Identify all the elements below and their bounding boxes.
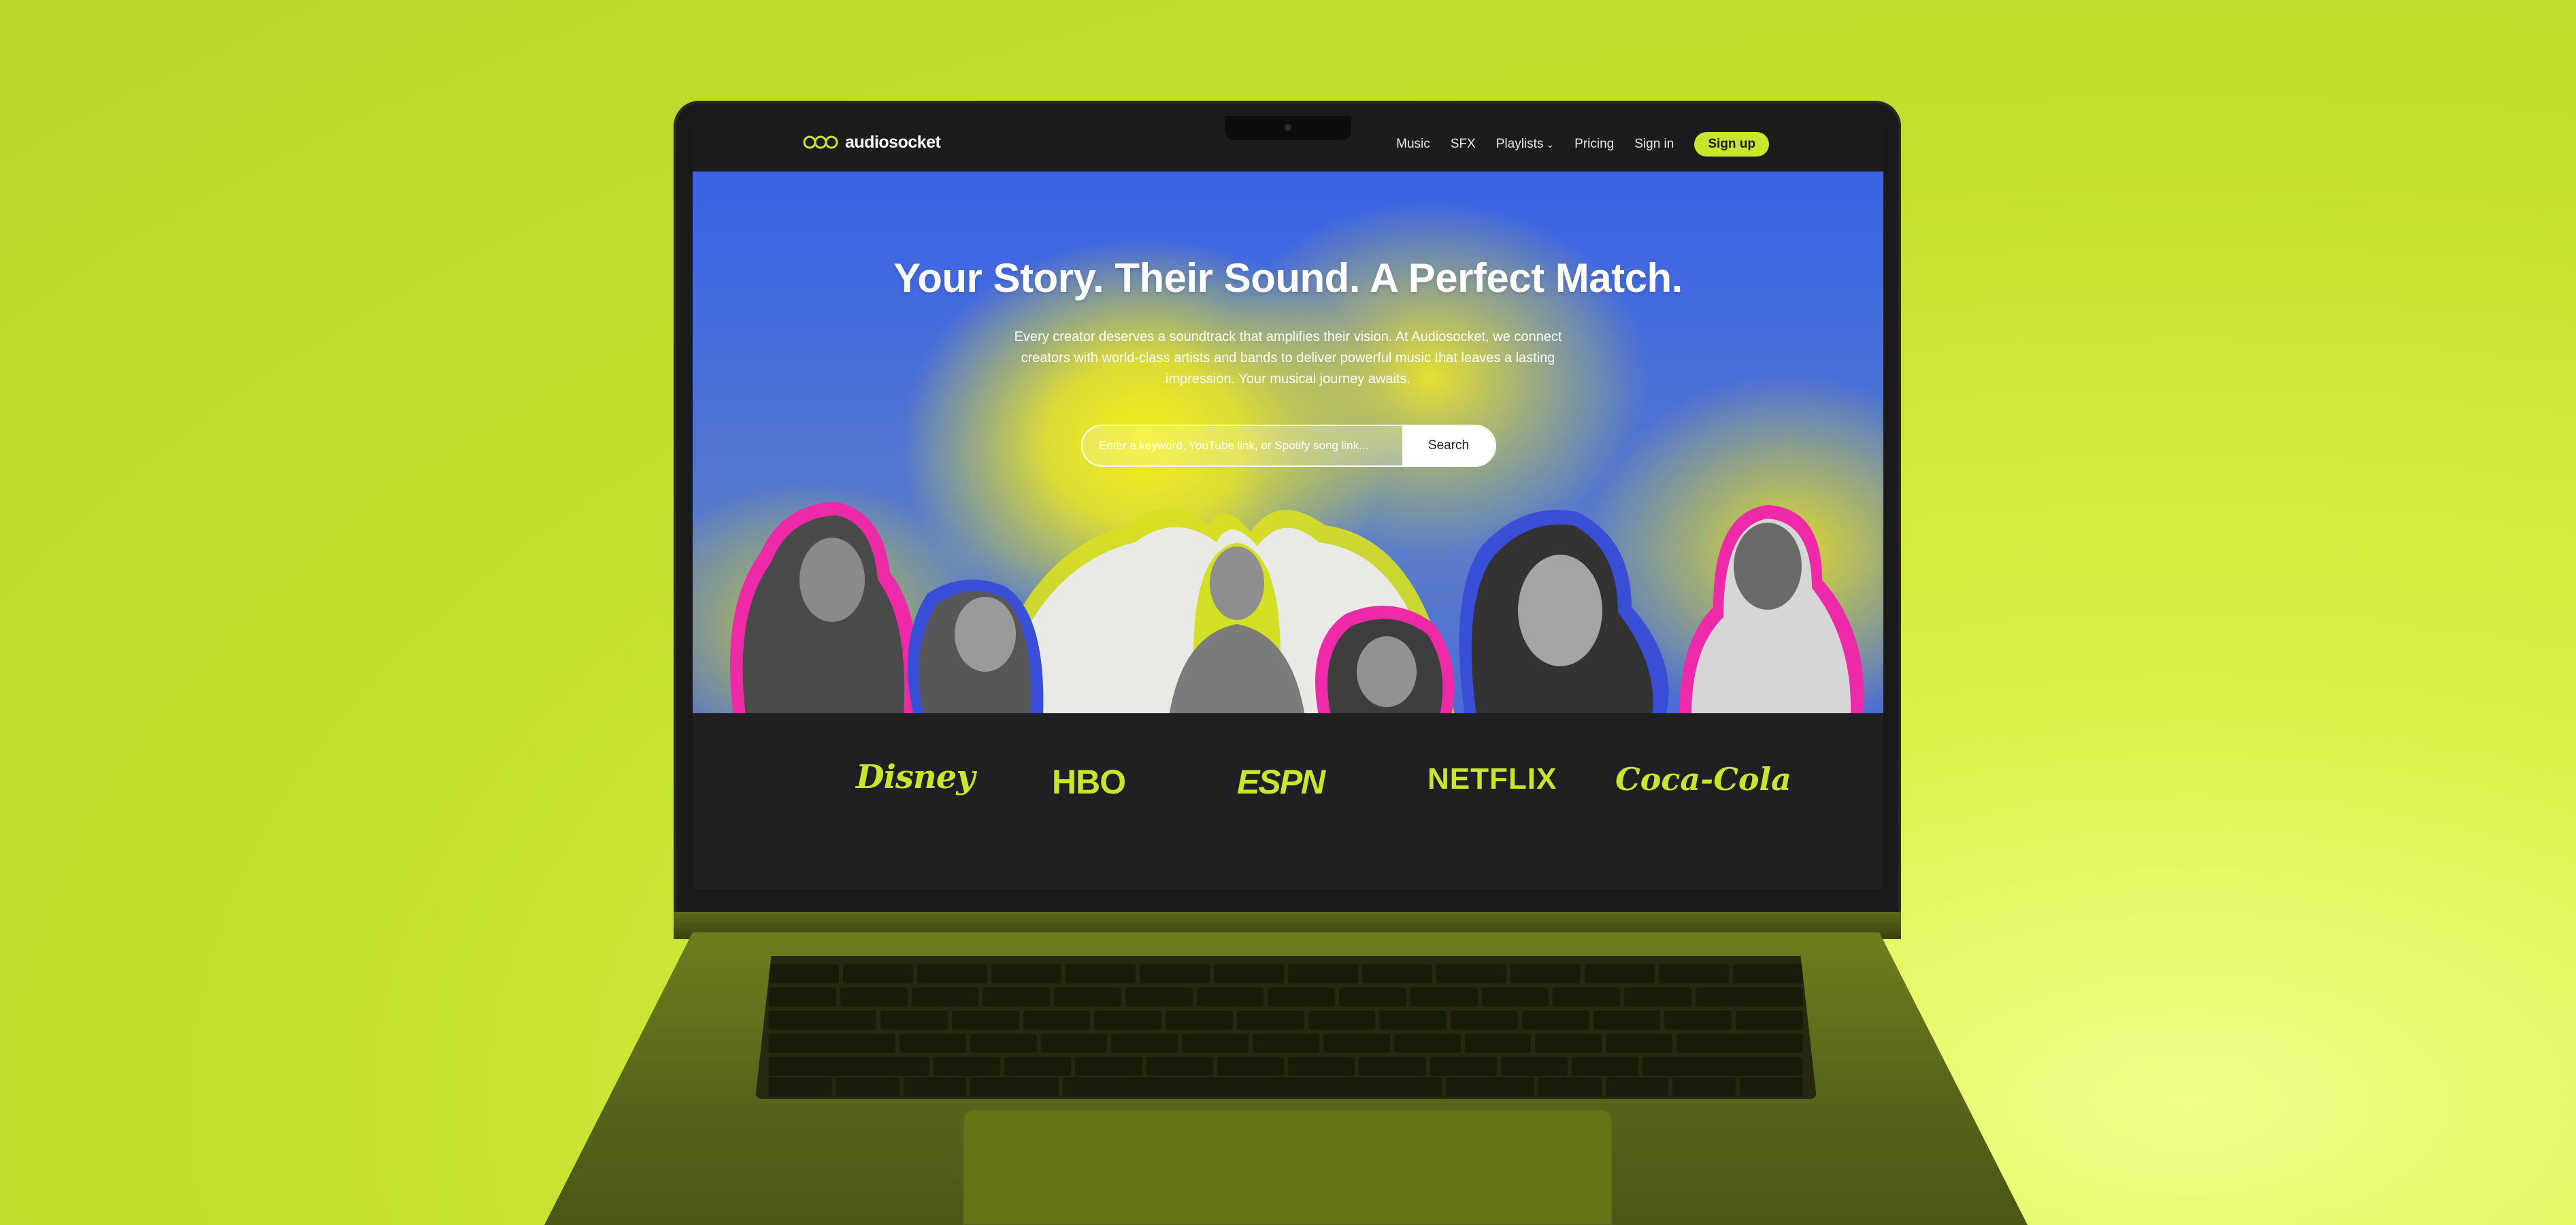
nav-sign-in[interactable]: Sign in: [1634, 137, 1674, 152]
netflix-logo: NETFLIX: [1427, 762, 1557, 796]
logo[interactable]: audiosocket: [803, 132, 941, 152]
hero-description: Every creator deserves a soundtrack that…: [1014, 329, 1562, 387]
nav-sfx[interactable]: SFX: [1451, 137, 1476, 152]
hero-section: Your Story. Their Sound. A Perfect Match…: [693, 172, 1883, 713]
coca-cola-logo: Coca-Cola: [1615, 761, 1791, 798]
browser-screen: audiosocket Music SFX Playlists ⌄ Pricing…: [693, 117, 1883, 889]
keyboard-row: [769, 1011, 1803, 1030]
hbo-logo: HBO: [1052, 763, 1126, 801]
audiosocket-logo-icon: [803, 135, 838, 149]
camera-notch: [1225, 116, 1351, 140]
trackpad: [963, 1109, 1613, 1225]
camera-icon: [1285, 124, 1291, 131]
keyboard-row: [769, 1034, 1804, 1053]
espn-logo: ESPN: [1237, 763, 1325, 801]
sign-up-button[interactable]: Sign up: [1694, 132, 1769, 157]
nav-links: Music SFX Playlists ⌄ Pricing Sign in Sig…: [1396, 132, 1769, 157]
keyboard-row: [769, 964, 1803, 983]
chevron-down-icon: ⌄: [1546, 139, 1555, 150]
search-bar: Search: [1081, 425, 1496, 467]
nav-music[interactable]: Music: [1396, 137, 1430, 152]
search-button[interactable]: Search: [1402, 426, 1495, 466]
keyboard-row: [769, 1077, 1803, 1096]
brand-logos-strip: Disney HBO ESPN NETFLIX Coca-Cola: [693, 713, 1883, 889]
nav-playlists[interactable]: Playlists ⌄: [1496, 137, 1554, 152]
hero-title: Your Story. Their Sound. A Perfect Match…: [893, 255, 1683, 301]
disney-logo: Disney: [856, 758, 975, 796]
keyboard: [755, 956, 1817, 1099]
keyboard-row: [769, 1057, 1804, 1076]
keyboard-row: [769, 987, 1803, 1007]
nav-pricing[interactable]: Pricing: [1574, 137, 1614, 152]
search-input[interactable]: [1083, 426, 1402, 466]
logo-text: audiosocket: [845, 132, 941, 152]
nav-playlists-label: Playlists: [1496, 137, 1544, 151]
